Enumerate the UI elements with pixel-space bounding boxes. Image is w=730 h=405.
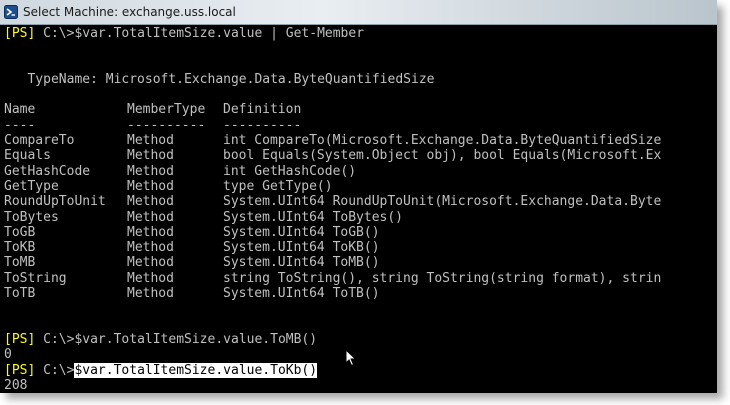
ps-prompt: [PS] xyxy=(4,331,36,347)
prompt-path: C:\> xyxy=(35,362,75,378)
table-row: GetHashCode Method int GetHashCode() xyxy=(4,164,717,179)
console-line-cmd2: [PS] C:\>$var.TotalItemSize.value.ToMB() xyxy=(4,332,717,347)
member-type: Method xyxy=(127,178,174,194)
member-name: Equals xyxy=(4,148,51,164)
ps-prompt: [PS] xyxy=(4,362,36,378)
selected-command-text[interactable]: $var.TotalItemSize.value.ToKb() xyxy=(74,362,318,378)
member-name: RoundUpToUnit xyxy=(4,194,106,210)
member-type: Method xyxy=(127,133,174,149)
command-text: $var.TotalItemSize.value.ToMB() xyxy=(74,331,318,347)
member-definition: System.UInt64 ToMB() xyxy=(223,255,380,271)
member-name: GetType xyxy=(4,178,59,194)
member-type: Method xyxy=(127,163,174,179)
command-output: 0 xyxy=(4,347,12,363)
member-type: Method xyxy=(127,194,174,210)
member-type: Method xyxy=(127,209,174,225)
prompt-path: C:\> xyxy=(35,26,75,41)
table-row: ToBytes Method System.UInt64 ToBytes() xyxy=(4,210,717,225)
member-name: ToTB xyxy=(4,286,36,302)
member-definition: System.UInt64 ToBytes() xyxy=(223,209,404,225)
ps-prompt: [PS] xyxy=(4,26,36,41)
member-definition: System.UInt64 ToKB() xyxy=(223,240,380,256)
table-row: ToGB Method System.UInt64 ToGB() xyxy=(4,225,717,240)
powershell-window: Select Machine: exchange.uss.local [PS] … xyxy=(0,0,717,393)
underline-membertype: ---------- xyxy=(127,117,206,133)
member-type: Method xyxy=(127,270,174,286)
member-name: ToKB xyxy=(4,240,36,256)
member-type: Method xyxy=(127,224,174,240)
member-name: ToGB xyxy=(4,224,36,240)
command-output: 208 xyxy=(4,377,28,393)
table-row: GetType Method type GetType() xyxy=(4,179,717,194)
member-definition: type GetType() xyxy=(223,178,333,194)
typename-line: TypeName: Microsoft.Exchange.Data.ByteQu… xyxy=(4,71,435,87)
member-type: Method xyxy=(127,286,174,302)
console-line-cmd3: [PS] C:\>$var.TotalItemSize.value.ToKb() xyxy=(4,362,717,378)
member-type: Method xyxy=(127,255,174,271)
window-title: Select Machine: exchange.uss.local xyxy=(23,5,236,19)
member-name: ToString xyxy=(4,270,67,286)
console-line-cmd1: [PS] C:\>$var.TotalItemSize.value | Get-… xyxy=(4,26,717,41)
member-definition: System.UInt64 ToTB() xyxy=(223,286,380,302)
member-name: CompareTo xyxy=(4,133,75,149)
console-output[interactable]: [PS] C:\>$var.TotalItemSize.value | Get-… xyxy=(0,25,717,393)
powershell-app-icon[interactable] xyxy=(4,5,18,19)
member-type: Method xyxy=(127,148,174,164)
member-name: ToBytes xyxy=(4,209,59,225)
table-row: Equals Method bool Equals(System.Object ob… xyxy=(4,148,717,163)
member-definition: int GetHashCode() xyxy=(223,163,357,179)
title-bar[interactable]: Select Machine: exchange.uss.local xyxy=(0,0,717,25)
underline-name: ---- xyxy=(4,117,36,133)
table-row: ToString Method string ToString(), string … xyxy=(4,271,717,286)
table-row: CompareTo Method int CompareTo(Microsoft.E… xyxy=(4,133,717,148)
member-definition: int CompareTo(Microsoft.Exchange.Data.By… xyxy=(223,133,662,149)
table-header-underline: ---- ---------- ---------- xyxy=(4,118,717,133)
table-row: ToTB Method System.UInt64 ToTB() xyxy=(4,286,717,301)
command-text: $var.TotalItemSize.value | Get-Member xyxy=(74,26,365,41)
member-type: Method xyxy=(127,240,174,256)
member-definition: bool Equals(System.Object obj), bool Equ… xyxy=(223,148,662,164)
table-row: ToMB Method System.UInt64 ToMB() xyxy=(4,255,717,270)
underline-definition: ---------- xyxy=(223,117,302,133)
mouse-pointer-icon xyxy=(345,349,357,367)
header-definition: Definition xyxy=(223,102,302,118)
table-row: ToKB Method System.UInt64 ToKB() xyxy=(4,240,717,255)
header-name: Name xyxy=(4,102,36,118)
table-header: Name MemberType Definition xyxy=(4,102,717,117)
table-row: RoundUpToUnit Method System.UInt64 RoundUp… xyxy=(4,194,717,209)
member-definition: string ToString(), string ToString(strin… xyxy=(223,270,662,286)
header-membertype: MemberType xyxy=(127,102,206,118)
member-definition: System.UInt64 RoundUpToUnit(Microsoft.Ex… xyxy=(223,194,662,210)
prompt-path: C:\> xyxy=(35,331,75,347)
member-definition: System.UInt64 ToGB() xyxy=(223,224,380,240)
member-name: ToMB xyxy=(4,255,36,271)
member-name: GetHashCode xyxy=(4,163,91,179)
